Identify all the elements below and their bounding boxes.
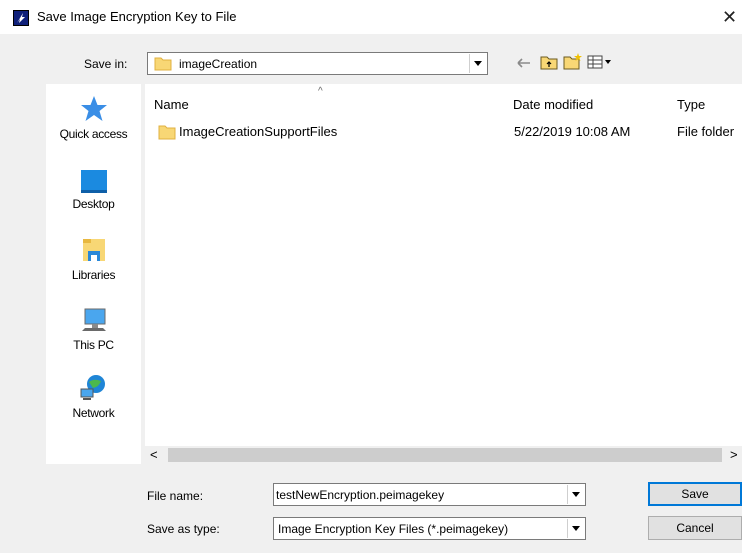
chevron-down-icon[interactable] [469, 54, 486, 73]
horizontal-scrollbar[interactable]: < > [145, 446, 742, 464]
new-folder-icon[interactable] [563, 52, 583, 73]
scroll-right-icon[interactable]: > [730, 447, 738, 462]
places-this-pc[interactable]: This PC [46, 305, 141, 352]
back-arrow-icon[interactable] [516, 56, 532, 73]
computer-icon [81, 308, 106, 331]
folder-icon [158, 124, 176, 140]
file-name-value[interactable]: testNewEncryption.peimagekey [276, 488, 444, 502]
save-button[interactable]: Save [648, 482, 742, 506]
places-bar: Quick access Desktop Libraries This PC N… [46, 84, 141, 464]
places-libraries[interactable]: Libraries [46, 235, 141, 282]
title-bar: Save Image Encryption Key to File ✕ [0, 0, 742, 34]
file-list[interactable]: ^ Name Date modified Type ImageCreationS… [145, 84, 742, 464]
chevron-down-icon[interactable] [567, 519, 584, 538]
type-cell: File folder [677, 124, 735, 139]
save-in-label: Save in: [84, 57, 128, 71]
file-name-input[interactable]: testNewEncryption.peimagekey [273, 483, 586, 506]
save-in-value: imageCreation [179, 57, 258, 71]
places-network[interactable]: Network [46, 373, 141, 420]
desktop-icon [80, 170, 107, 193]
libraries-icon [82, 239, 105, 261]
file-name-label: File name: [147, 489, 204, 503]
places-quick-access[interactable]: Quick access [46, 94, 141, 141]
save-type-label: Save as type: [147, 522, 220, 536]
save-type-dropdown[interactable]: Image Encryption Key Files (*.peimagekey… [273, 517, 586, 540]
places-desktop[interactable]: Desktop [46, 168, 141, 211]
up-folder-icon[interactable] [540, 54, 558, 73]
column-header-type[interactable]: Type [677, 97, 705, 112]
app-icon [13, 10, 29, 26]
file-name-cell: ImageCreationSupportFiles [179, 124, 338, 139]
column-header-name[interactable]: Name [154, 97, 189, 112]
close-button[interactable]: ✕ [717, 5, 742, 29]
save-type-value: Image Encryption Key Files (*.peimagekey… [278, 522, 509, 536]
view-menu-icon[interactable] [587, 55, 613, 72]
chevron-down-icon[interactable] [567, 485, 584, 504]
date-cell: 5/22/2019 10:08 AM [514, 124, 631, 139]
scrollbar-thumb[interactable] [168, 448, 722, 462]
save-in-dropdown[interactable]: imageCreation [147, 52, 488, 75]
folder-icon [154, 56, 172, 71]
column-header-date[interactable]: Date modified [513, 97, 593, 112]
star-icon [80, 96, 107, 121]
window-title: Save Image Encryption Key to File [37, 9, 237, 24]
network-icon [80, 375, 105, 400]
sort-arrow-icon: ^ [318, 86, 323, 97]
scroll-left-icon[interactable]: < [150, 447, 158, 462]
cancel-button[interactable]: Cancel [648, 516, 742, 540]
